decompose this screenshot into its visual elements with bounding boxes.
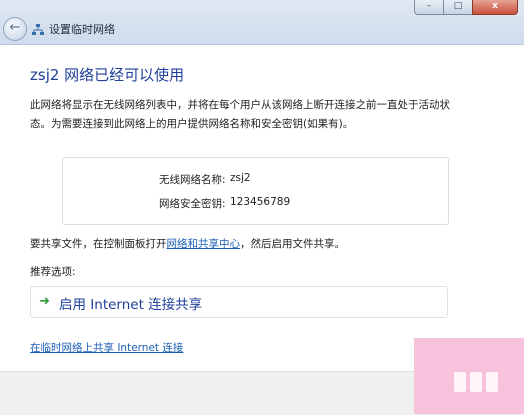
close-icon: x [492, 1, 498, 11]
security-key-value: 123456789 [230, 196, 291, 208]
back-arrow-icon: ← [9, 20, 21, 35]
security-key-row: 网络安全密钥: 123456789 [159, 196, 290, 211]
green-arrow-icon: ➜ [39, 294, 50, 309]
window-chrome: – □ x ← 设置临时网络 [0, 0, 524, 45]
security-key-label: 网络安全密钥: [159, 198, 226, 210]
network-name-label: 无线网络名称: [159, 174, 226, 186]
network-name-row: 无线网络名称: zsj2 [159, 172, 251, 187]
watermark-logo-icon [454, 372, 498, 392]
network-icon [32, 24, 44, 35]
window-title: 设置临时网络 [49, 23, 115, 36]
minimize-button[interactable]: – [414, 0, 444, 15]
share-suffix: ，然后启用文件共享。 [240, 238, 345, 250]
network-name-value: zsj2 [230, 172, 251, 184]
share-internet-link[interactable]: 在临时网络上共享 Internet 连接 [30, 340, 183, 355]
file-sharing-instruction: 要共享文件，在控制面板打开网络和共享中心，然后启用文件共享。 [30, 236, 345, 251]
recommended-options-label: 推荐选项: [30, 266, 76, 278]
network-info-box: 无线网络名称: zsj2 网络安全密钥: 123456789 [62, 157, 449, 225]
minimize-icon: – [426, 1, 432, 11]
maximize-icon: □ [453, 1, 463, 11]
share-prefix: 要共享文件，在控制面板打开 [30, 238, 167, 250]
page-heading: zsj2 网络已经可以使用 [30, 66, 185, 84]
maximize-button[interactable]: □ [443, 0, 473, 15]
description-text: 此网络将显示在无线网络列表中，并将在每个用户从该网络上断开连接之前一直处于活动状… [30, 99, 450, 130]
enable-ics-option[interactable]: ➜ 启用 Internet 连接共享 [30, 286, 448, 318]
close-button[interactable]: x [472, 0, 518, 15]
network-sharing-center-link[interactable]: 网络和共享中心 [167, 238, 241, 250]
enable-ics-label: 启用 Internet 连接共享 [59, 297, 203, 313]
back-button[interactable]: ← [3, 17, 27, 41]
